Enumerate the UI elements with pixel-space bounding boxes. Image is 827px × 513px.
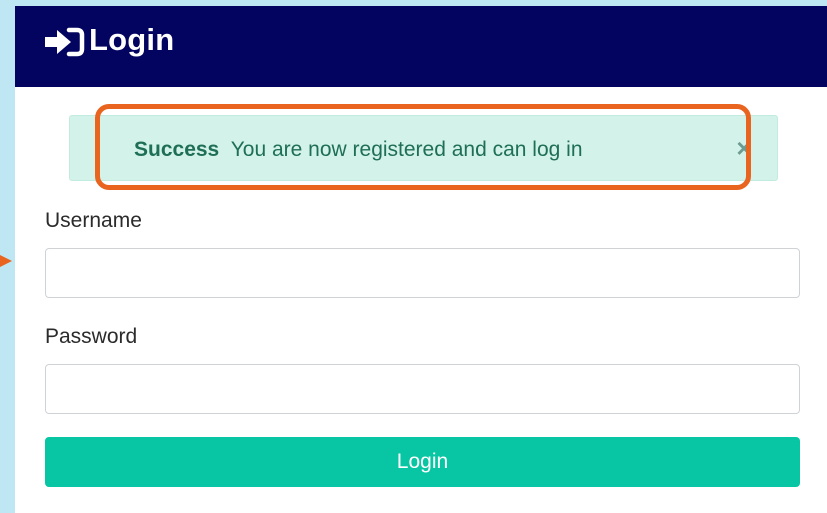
alert-message: You are now registered and can log in xyxy=(230,138,583,161)
alert-text: Success You are now registered and can l… xyxy=(134,138,583,162)
alert-strong: Success xyxy=(134,138,220,161)
annotation-pointer-arrow xyxy=(0,255,12,267)
username-input[interactable] xyxy=(45,248,800,298)
sign-in-icon xyxy=(45,27,85,57)
page-title: Login xyxy=(89,22,175,57)
close-icon[interactable]: × xyxy=(733,135,755,161)
login-card: Login Success You are now registered and… xyxy=(15,6,827,513)
success-alert: Success You are now registered and can l… xyxy=(69,115,778,181)
card-header: Login xyxy=(15,6,827,87)
login-button[interactable]: Login xyxy=(45,437,800,487)
username-label: Username xyxy=(45,209,142,232)
password-label: Password xyxy=(45,325,138,348)
password-input[interactable] xyxy=(45,364,800,414)
